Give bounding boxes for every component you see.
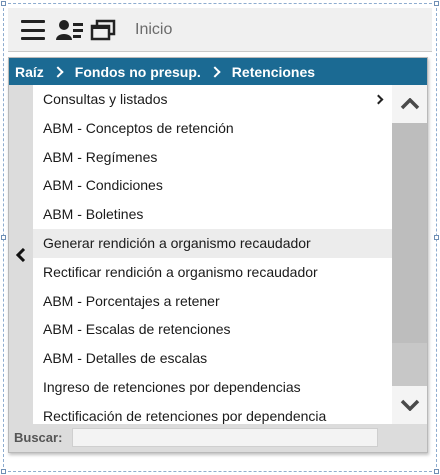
resize-handle-top-right[interactable] (434, 1, 439, 6)
menu-panel: Raíz Fondos no presup. Retenciones Consu… (8, 57, 428, 453)
chevron-left-icon (16, 247, 26, 262)
menu-item-rectificar-rendicion[interactable]: Rectificar rendición a organismo recauda… (33, 258, 392, 287)
resize-handle-top-left[interactable] (1, 1, 6, 6)
resize-handle-bottom-right[interactable] (434, 469, 439, 474)
menu-item-porcentajes[interactable]: ABM - Porcentajes a retener (33, 287, 392, 316)
chevron-right-icon (373, 94, 384, 105)
menu-item-label: ABM - Regímenes (43, 148, 158, 165)
menu-item-escalas[interactable]: ABM - Escalas de retenciones (33, 315, 392, 344)
search-bar: Buscar: (9, 424, 427, 452)
menu-item-label: ABM - Porcentajes a retener (43, 292, 220, 309)
menu-item-label: ABM - Detalles de escalas (43, 350, 208, 367)
menu-list: Consultas y listados ABM - Conceptos de … (33, 85, 392, 424)
menu-item-label: Ingreso de retenciones por dependencias (43, 378, 301, 395)
back-arrow-button[interactable] (9, 85, 33, 424)
windows-icon[interactable] (90, 19, 116, 41)
hamburger-menu-icon[interactable] (21, 20, 45, 40)
user-card-icon[interactable] (56, 18, 84, 42)
menu-item-label: Rectificar rendición a organismo recauda… (43, 263, 318, 280)
menu-item-conceptos[interactable]: ABM - Conceptos de retención (33, 114, 392, 143)
resize-handle-right[interactable] (434, 235, 439, 240)
scroll-down-button[interactable] (392, 386, 427, 424)
resize-handle-bottom-left[interactable] (1, 469, 6, 474)
chevron-right-icon (209, 65, 221, 78)
home-link[interactable]: Inicio (135, 21, 172, 39)
breadcrumb-root[interactable]: Raíz (15, 64, 44, 80)
chevron-right-icon (52, 65, 64, 78)
menu-item-detalles-escalas[interactable]: ABM - Detalles de escalas (33, 344, 392, 373)
top-toolbar: Inicio (8, 8, 432, 52)
scrollbar[interactable] (392, 85, 427, 424)
breadcrumb: Raíz Fondos no presup. Retenciones (9, 58, 427, 85)
menu-item-label: ABM - Conceptos de retención (43, 119, 234, 136)
scroll-up-button[interactable] (392, 85, 427, 123)
resize-handle-left[interactable] (1, 235, 6, 240)
menu-item-label: ABM - Boletines (43, 206, 144, 223)
menu-item-rectificacion-retenciones[interactable]: Rectificación de retenciones por depende… (33, 402, 392, 424)
scroll-thumb[interactable] (392, 123, 427, 343)
search-label: Buscar: (14, 430, 63, 445)
menu-item-ingreso-retenciones[interactable]: Ingreso de retenciones por dependencias (33, 373, 392, 402)
menu-item-label: ABM - Escalas de retenciones (43, 321, 231, 338)
chevron-up-icon (400, 98, 419, 110)
breadcrumb-retenciones[interactable]: Retenciones (232, 64, 315, 80)
search-input[interactable] (72, 428, 378, 447)
menu-item-label: Consultas y listados (43, 91, 168, 107)
menu-item-regimenes[interactable]: ABM - Regímenes (33, 143, 392, 172)
menu-item-consultas[interactable]: Consultas y listados (33, 85, 392, 114)
menu-item-condiciones[interactable]: ABM - Condiciones (33, 171, 392, 200)
menu-item-generar-rendicion[interactable]: Generar rendición a organismo recaudador (33, 228, 392, 258)
menu-item-label: ABM - Condiciones (43, 177, 163, 194)
menu-item-label: Rectificación de retenciones por depende… (43, 407, 327, 424)
breadcrumb-fondos[interactable]: Fondos no presup. (75, 64, 201, 80)
chevron-down-icon (400, 399, 419, 411)
menu-item-boletines[interactable]: ABM - Boletines (33, 200, 392, 229)
menu-item-label: Generar rendición a organismo recaudador (43, 234, 311, 251)
